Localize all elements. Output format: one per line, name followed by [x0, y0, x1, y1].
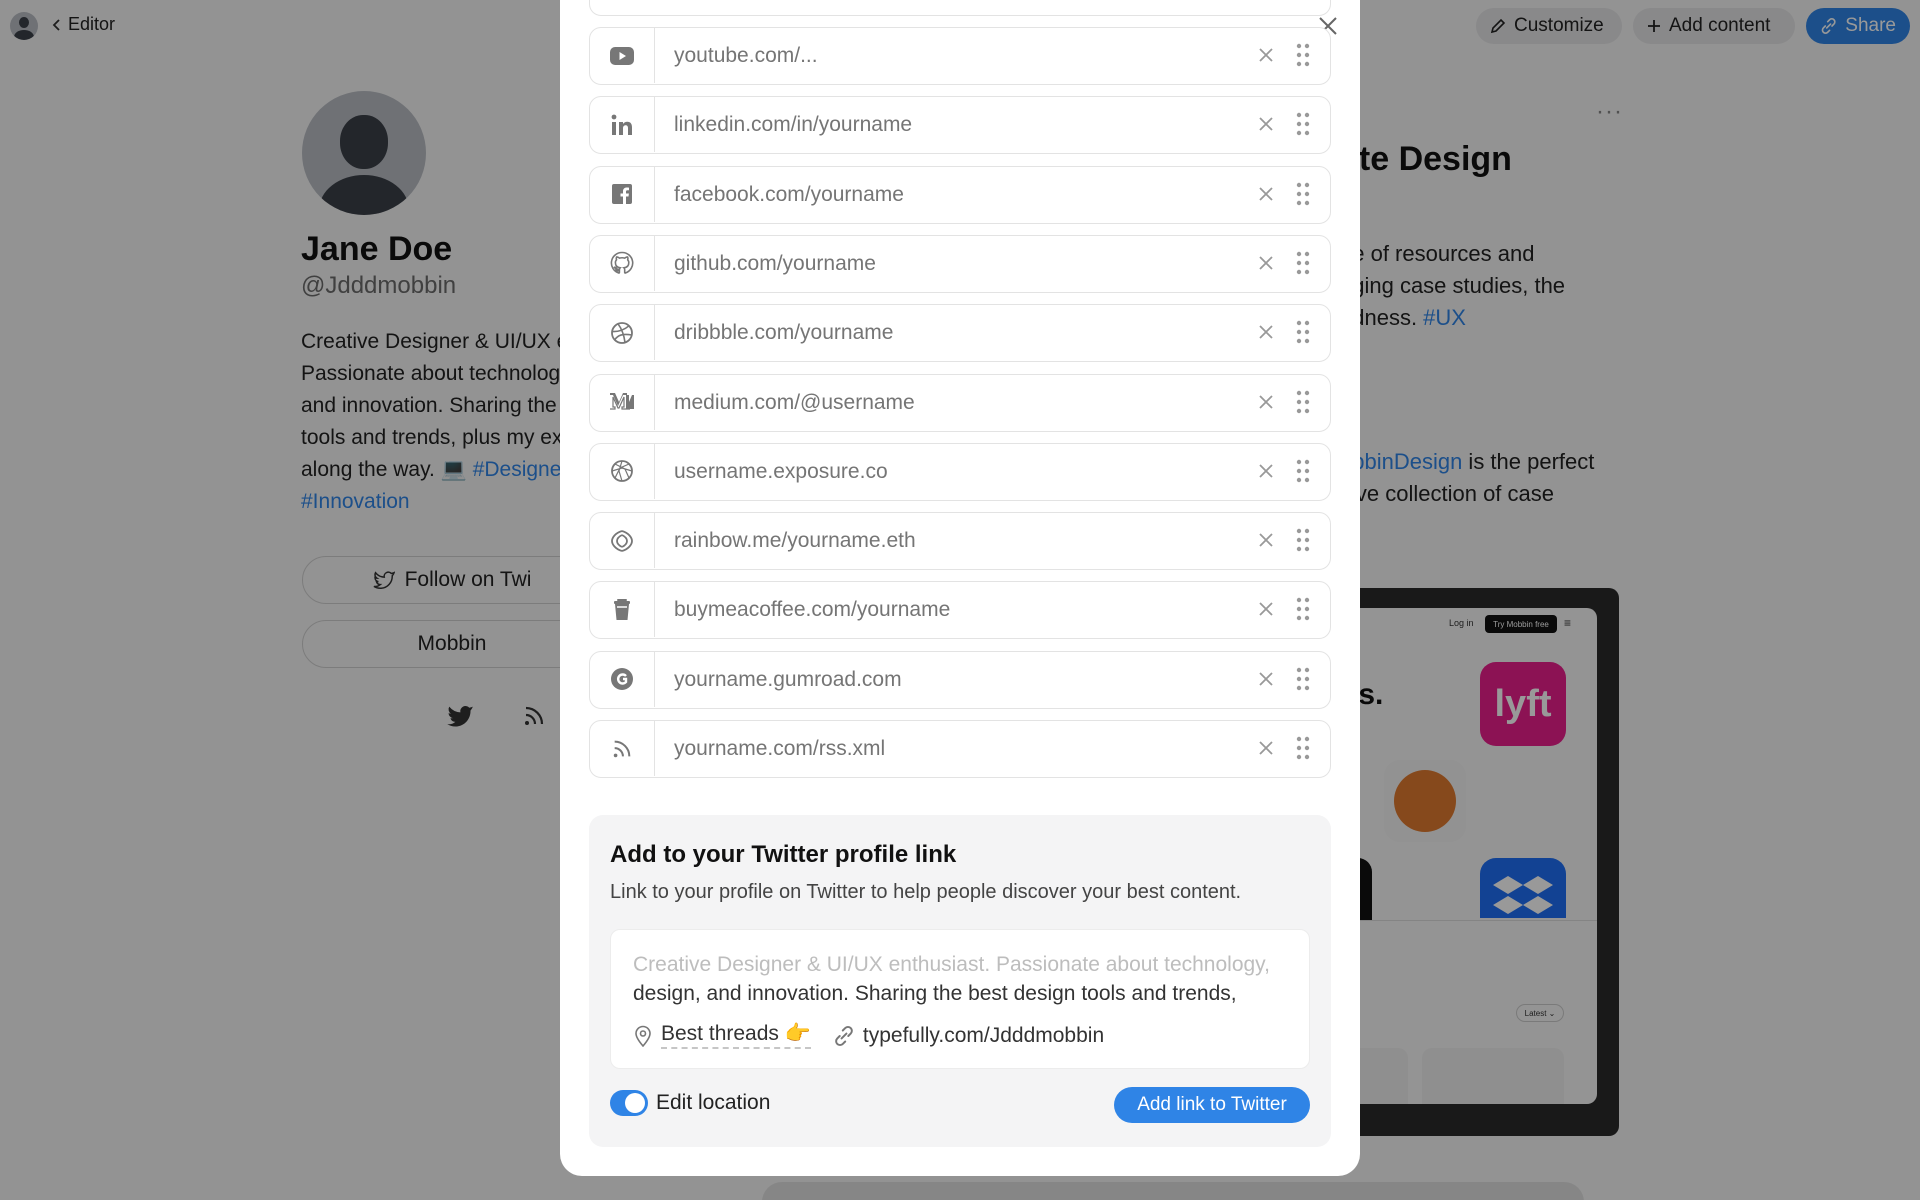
clear-icon[interactable] [1256, 322, 1276, 342]
location-pin-icon [635, 1025, 651, 1047]
drag-handle-icon[interactable] [1296, 182, 1310, 206]
exposure-icon [590, 443, 655, 499]
social-link-row [589, 165, 1331, 224]
rss-icon [590, 721, 655, 776]
social-link-input[interactable] [674, 97, 1214, 153]
social-link-input[interactable] [674, 305, 1214, 361]
link-icon [835, 1025, 853, 1046]
drag-handle-icon[interactable] [1296, 320, 1310, 344]
social-link-row [589, 442, 1331, 501]
social-link-row [589, 512, 1331, 571]
twitter-bio: Creative Designer & UI/UX enthusiast. Pa… [633, 950, 1293, 1008]
social-link-row [589, 96, 1331, 155]
drag-handle-icon[interactable] [1296, 459, 1310, 483]
drag-handle-icon[interactable] [1296, 43, 1310, 67]
clear-icon[interactable] [1256, 392, 1276, 412]
twitter-profile-link-section: Add to your Twitter profile link Link to… [589, 815, 1331, 1147]
profile-url: typefully.com/Jdddmobbin [862, 1023, 1105, 1047]
social-link-input[interactable] [674, 582, 1214, 638]
social-link-input[interactable] [674, 443, 1214, 499]
youtube-icon [590, 28, 655, 83]
twitter-profile-preview: Creative Designer & UI/UX enthusiast. Pa… [610, 929, 1310, 1069]
social-link-input[interactable] [674, 374, 1214, 430]
gumroad-icon [590, 651, 655, 707]
clear-icon[interactable] [1256, 599, 1276, 619]
social-link-input[interactable] [674, 651, 1214, 707]
social-link-input[interactable] [674, 513, 1214, 569]
social-link-row [589, 720, 1331, 778]
social-link-row [589, 27, 1331, 85]
drag-handle-icon[interactable] [1296, 736, 1310, 760]
social-link-row [589, 234, 1331, 293]
edit-location-toggle[interactable] [610, 1090, 648, 1116]
clear-icon[interactable] [1256, 253, 1276, 273]
social-link-input[interactable] [674, 235, 1214, 291]
drag-handle-icon[interactable] [1296, 251, 1310, 275]
drag-handle-icon[interactable] [1296, 112, 1310, 136]
drag-handle-icon[interactable] [1296, 667, 1310, 691]
social-link-row [589, 373, 1331, 432]
twitter-meta: Best threads 👉 typefully.com/Jdddmobbin [633, 1022, 1104, 1049]
edit-location-label: Edit location [656, 1091, 771, 1114]
github-icon [590, 235, 655, 291]
drag-handle-icon[interactable] [1296, 597, 1310, 621]
social-link-input[interactable] [674, 166, 1214, 222]
link-row-partial [589, 0, 1331, 16]
clear-icon[interactable] [1256, 461, 1276, 481]
clear-icon[interactable] [1256, 45, 1276, 65]
twitter-section-title: Add to your Twitter profile link [610, 841, 957, 868]
social-link-input[interactable] [674, 721, 1214, 776]
buymeacoffee-icon [590, 582, 655, 638]
social-link-row [589, 304, 1331, 363]
drag-handle-icon[interactable] [1296, 390, 1310, 414]
clear-icon[interactable] [1256, 114, 1276, 134]
clear-icon[interactable] [1256, 184, 1276, 204]
dribbble-icon [590, 305, 655, 361]
rainbow-icon [590, 513, 655, 569]
drag-handle-icon[interactable] [1296, 528, 1310, 552]
facebook-icon [590, 166, 655, 222]
social-link-row [589, 650, 1331, 709]
twitter-bio-line: design, and innovation. Sharing the best… [633, 982, 1237, 1005]
twitter-bio-line: Creative Designer & UI/UX enthusiast. Pa… [633, 953, 1270, 976]
linkedin-icon [590, 97, 655, 153]
add-link-to-twitter-button[interactable]: Add link to Twitter [1114, 1087, 1310, 1123]
clear-icon[interactable] [1256, 738, 1276, 758]
social-link-input[interactable] [674, 28, 1214, 83]
clear-icon[interactable] [1256, 530, 1276, 550]
social-link-row [589, 581, 1331, 640]
medium-icon [590, 374, 655, 430]
twitter-section-subtitle: Link to your profile on Twitter to help … [610, 881, 1242, 903]
location-field[interactable]: Best threads 👉 [661, 1022, 811, 1049]
clear-icon[interactable] [1256, 669, 1276, 689]
